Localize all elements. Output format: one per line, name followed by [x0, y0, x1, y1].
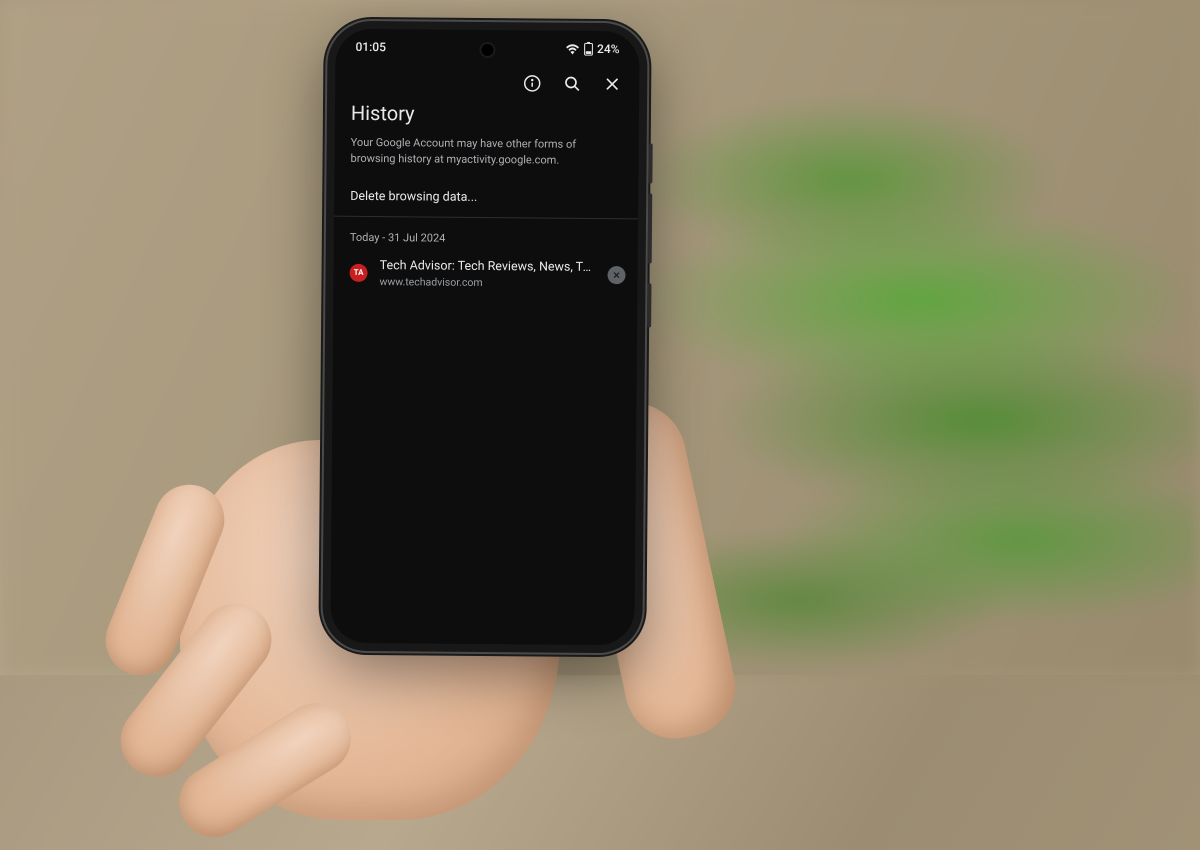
front-camera-cutout — [481, 44, 493, 56]
history-date-label: Today - 31 Jul 2024 — [334, 217, 638, 253]
info-icon[interactable] — [521, 72, 543, 94]
status-time: 01:05 — [355, 40, 386, 54]
history-item-url: www.techadvisor.com — [379, 275, 595, 290]
battery-icon — [583, 42, 593, 56]
history-item-title: Tech Advisor: Tech Reviews, News, Tu... — [380, 258, 596, 275]
favicon-icon: TA — [349, 264, 367, 282]
phone-frame: 01:05 24% History — [322, 21, 647, 654]
wifi-icon — [565, 43, 579, 54]
remove-history-item-button[interactable] — [607, 266, 625, 284]
history-item[interactable]: TA Tech Advisor: Tech Reviews, News, Tu.… — [333, 250, 637, 299]
app-header — [335, 65, 639, 100]
delete-browsing-data-button[interactable]: Delete browsing data... — [334, 177, 638, 220]
page-title: History — [335, 97, 639, 136]
search-icon[interactable] — [561, 73, 583, 95]
phone-screen: 01:05 24% History — [330, 29, 639, 646]
history-item-text: Tech Advisor: Tech Reviews, News, Tu... … — [379, 258, 595, 290]
account-history-note: Your Google Account may have other forms… — [334, 133, 638, 180]
battery-percent: 24% — [597, 42, 620, 56]
close-icon[interactable] — [601, 73, 623, 95]
